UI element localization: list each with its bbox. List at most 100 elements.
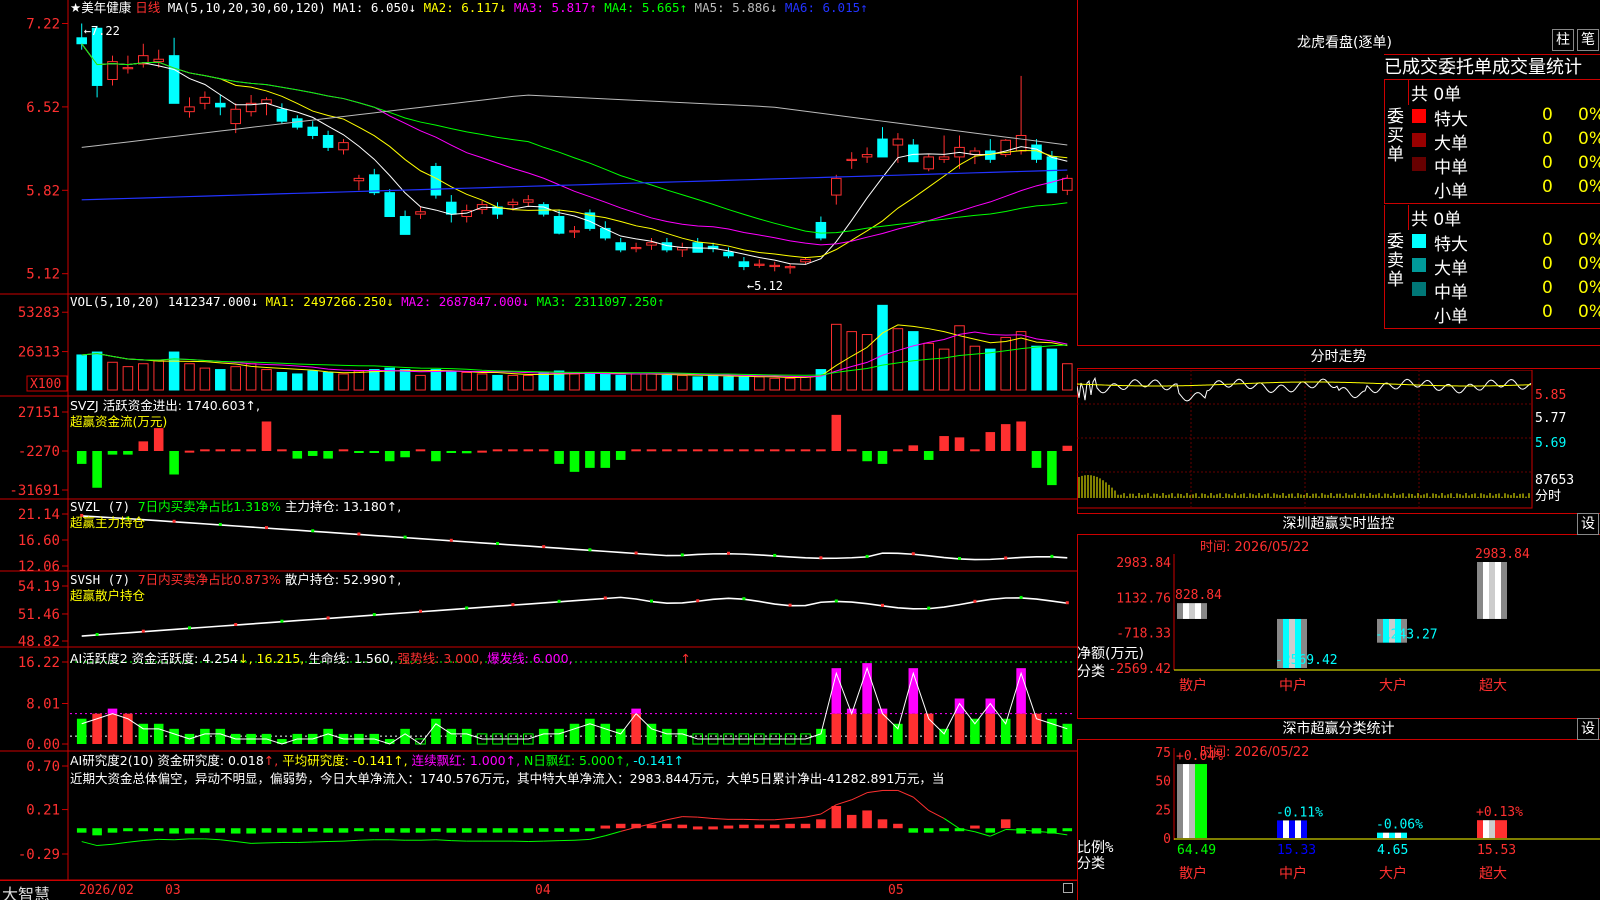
ma-value: MA5: 5.886↓ — [687, 0, 778, 15]
candle — [338, 142, 349, 151]
stat-value: 0 — [1542, 129, 1553, 149]
bar-category: 散户 — [1179, 677, 1207, 694]
research-bar — [508, 828, 518, 833]
fund-flow-bar — [200, 449, 210, 452]
bar-mode-button[interactable]: 柱 — [1552, 29, 1574, 51]
candle — [923, 156, 934, 170]
research-line-seg — [851, 792, 868, 801]
research-line-seg — [127, 839, 144, 843]
research-bar — [708, 826, 718, 830]
szjk-settings-button[interactable]: 设 — [1577, 513, 1599, 535]
volume-bar — [245, 363, 257, 391]
candle — [738, 261, 750, 268]
stat-name: 特大 — [1434, 110, 1468, 130]
volume-bar — [754, 376, 765, 391]
candle — [153, 58, 164, 63]
research-bar — [107, 828, 118, 833]
bar-stripe — [1495, 562, 1501, 619]
research-line-seg — [805, 813, 821, 818]
candle — [1015, 134, 1027, 152]
period-tab[interactable]: 日线 — [135, 0, 160, 15]
fund-flow-bar — [1047, 451, 1057, 486]
volume-bar — [230, 366, 241, 391]
fund-flow-bar — [615, 451, 626, 460]
svsh-marker — [973, 599, 977, 603]
activity-bar — [569, 723, 580, 744]
activity-bar — [662, 728, 672, 744]
volume-bar — [569, 373, 580, 391]
research-bar — [800, 823, 811, 829]
svzl-marker — [588, 548, 592, 552]
svzl-marker — [403, 535, 407, 539]
volume-bar — [661, 374, 673, 391]
fund-flow-bar — [569, 451, 580, 472]
candle — [353, 177, 365, 182]
svsh-marker — [280, 619, 284, 623]
svsh-marker — [419, 609, 422, 613]
svsh-marker — [788, 603, 792, 607]
research-line-seg — [867, 789, 883, 794]
svsh-tick: 48.82 — [18, 634, 60, 650]
fund-flow-bar — [461, 451, 472, 454]
stat-name: 中单 — [1434, 283, 1468, 303]
fund-flow-bar — [246, 449, 256, 452]
fund-flow-bar — [277, 449, 287, 452]
fenshi-chart[interactable]: 5.85 5.77 5.69 87653分时 — [1077, 370, 1600, 510]
volume-bar — [153, 360, 164, 391]
category-bar — [1277, 820, 1307, 838]
activity-bar-top — [107, 708, 118, 714]
activity-bar — [816, 728, 826, 744]
research-bar — [230, 828, 241, 834]
tick-mode-button[interactable]: 笔 — [1577, 29, 1599, 51]
research-bar — [307, 828, 318, 832]
svsh-marker — [465, 606, 469, 610]
stat-percent: 0% — [1578, 278, 1600, 298]
stat-percent: 0% — [1578, 129, 1600, 149]
fund-flow-bar — [323, 451, 333, 459]
lhkp-title: 龙虎看盘(逐单) — [1297, 32, 1392, 52]
candle — [369, 174, 380, 194]
bar-value: 15.53 — [1477, 843, 1516, 858]
activity-bar — [877, 713, 888, 744]
bar-value: 15.33 — [1277, 843, 1316, 858]
volume-bar — [307, 370, 318, 391]
candle — [215, 102, 226, 108]
scfl-settings-button[interactable]: 设 — [1577, 718, 1599, 740]
low-marker: ←5.12 — [747, 279, 783, 293]
svzl-marker — [727, 551, 730, 555]
svzl-tick: 21.14 — [18, 507, 60, 523]
stat-row: 大单 0 0% — [1410, 253, 1600, 279]
fund-flow-bar — [877, 451, 888, 464]
activity-bar — [153, 723, 164, 744]
bar-ylabel: 净额(万元) — [1077, 646, 1144, 662]
activity-bar — [862, 713, 872, 744]
sell-total: 共 0单 — [1408, 205, 1461, 230]
bar-stripe — [1289, 820, 1295, 838]
svzl-marker — [865, 554, 869, 558]
research-bar — [215, 828, 226, 833]
analysis-text: 近期大资金总体偏空，异动不明显，偏弱势，今日大单净流入：1740.576万元，其… — [70, 771, 945, 786]
svsh-marker — [650, 599, 653, 603]
research-bar — [123, 828, 133, 832]
fund-flow-bar — [477, 450, 487, 453]
svzl-marker — [958, 556, 961, 560]
research-line-seg — [928, 810, 945, 819]
bar-stripe — [1183, 764, 1189, 838]
lock-icon[interactable] — [1063, 883, 1073, 893]
activity-bar — [970, 718, 980, 744]
candle — [1062, 177, 1073, 191]
volume-bar — [446, 370, 457, 391]
fenshi-vol: 87653 — [1535, 473, 1574, 488]
svzl-marker — [911, 552, 915, 556]
research-bar — [354, 828, 364, 832]
volume-bar — [815, 369, 827, 391]
volume-bar — [630, 373, 642, 391]
research-line-seg — [81, 841, 98, 847]
ai1-tick: 16.22 — [18, 655, 60, 671]
research-bar — [261, 828, 272, 833]
activity-bar — [908, 713, 919, 744]
activity-bar — [954, 713, 965, 744]
high-marker: ←7.22 — [84, 24, 120, 38]
candle — [784, 266, 796, 269]
activity-bar — [646, 723, 657, 744]
